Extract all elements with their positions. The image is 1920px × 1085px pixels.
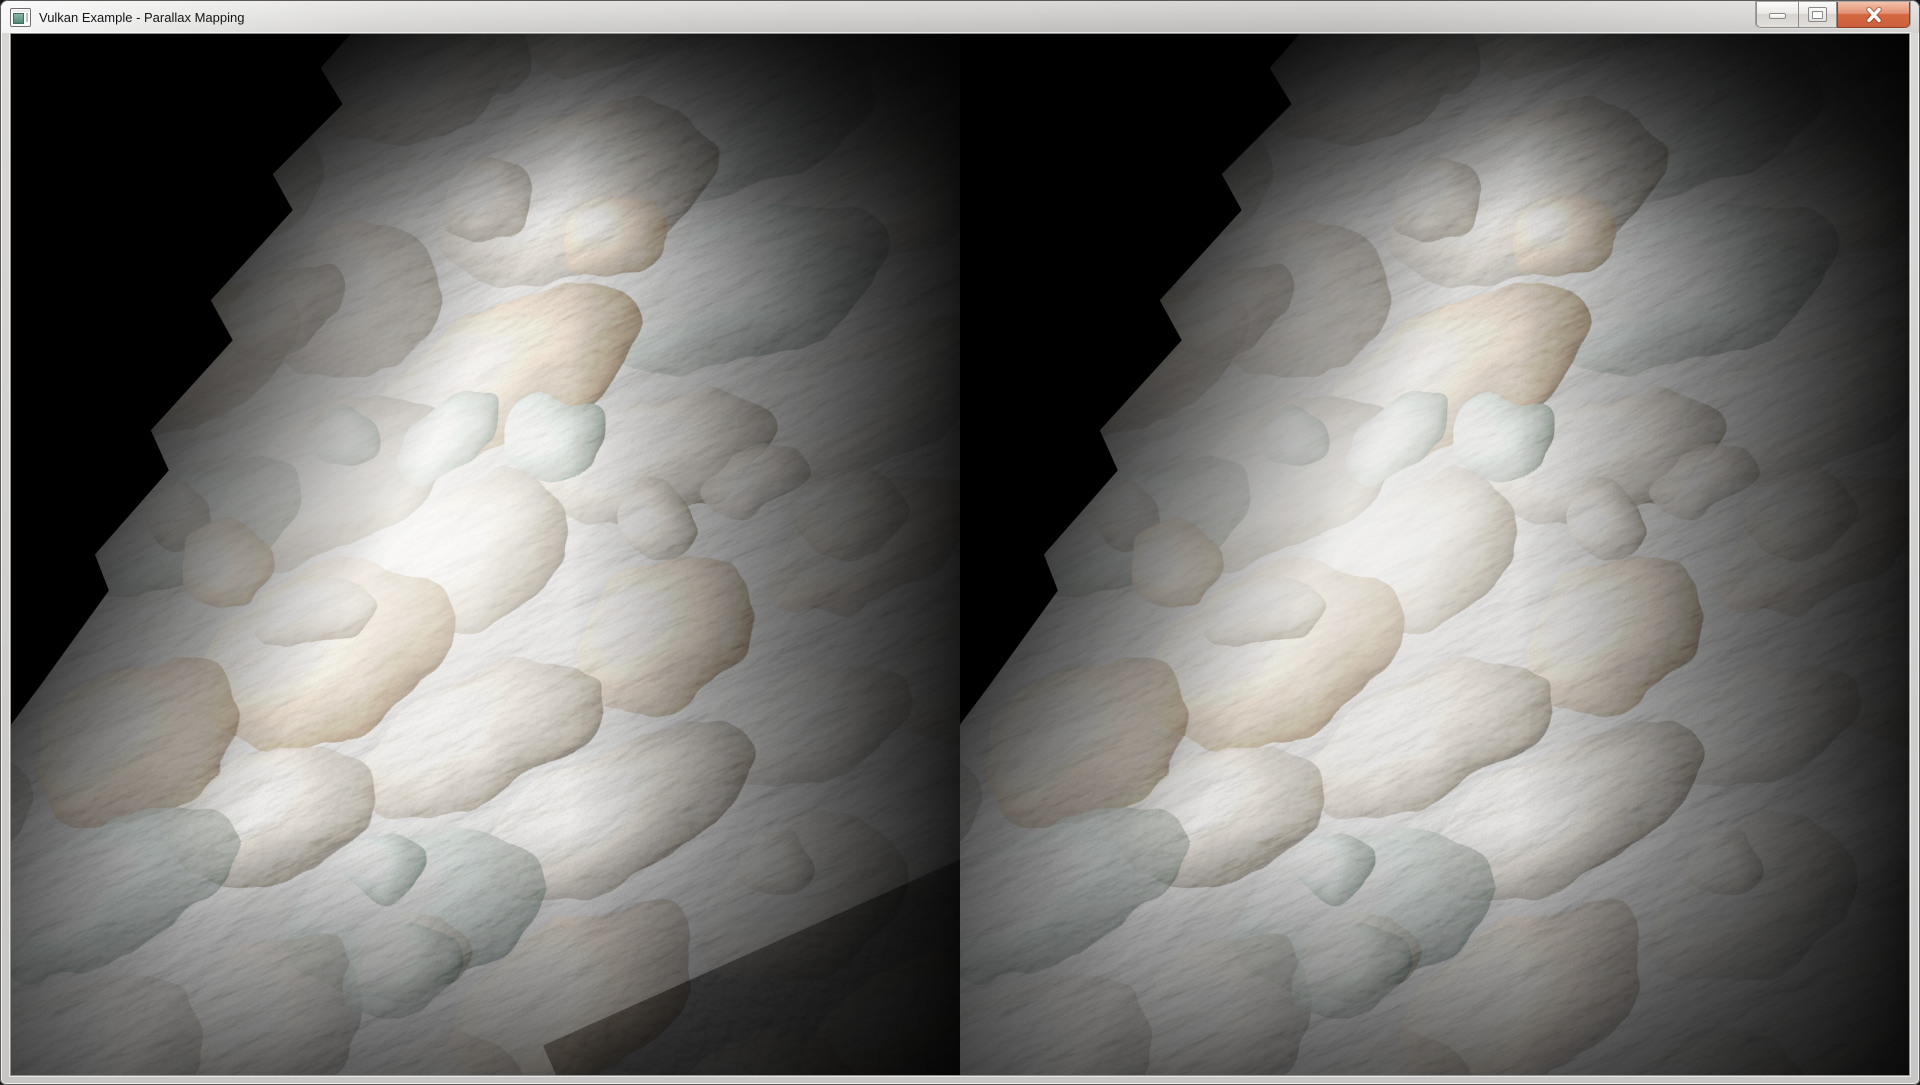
window-title: Vulkan Example - Parallax Mapping	[39, 10, 244, 25]
rock-render-svg	[960, 34, 1909, 1075]
close-icon	[1864, 6, 1884, 24]
render-viewport-right[interactable]	[960, 34, 1909, 1075]
maximize-button[interactable]	[1799, 2, 1837, 28]
app-icon[interactable]	[10, 8, 31, 27]
app-icon-titlestrip	[12, 10, 29, 12]
render-area	[10, 33, 1910, 1076]
app-icon-scrollbar	[26, 13, 28, 22]
minimize-icon	[1769, 13, 1786, 19]
caption-buttons	[1756, 2, 1910, 28]
rock-render-svg	[11, 34, 960, 1075]
minimize-button[interactable]	[1756, 2, 1799, 28]
titlebar[interactable]: Vulkan Example - Parallax Mapping	[1, 1, 1919, 33]
app-window: Vulkan Example - Parallax Mapping	[0, 0, 1920, 1085]
render-viewport-left[interactable]	[11, 34, 960, 1075]
close-button[interactable]	[1837, 2, 1910, 28]
app-icon-teal-square	[13, 13, 24, 24]
maximize-icon	[1808, 7, 1827, 22]
